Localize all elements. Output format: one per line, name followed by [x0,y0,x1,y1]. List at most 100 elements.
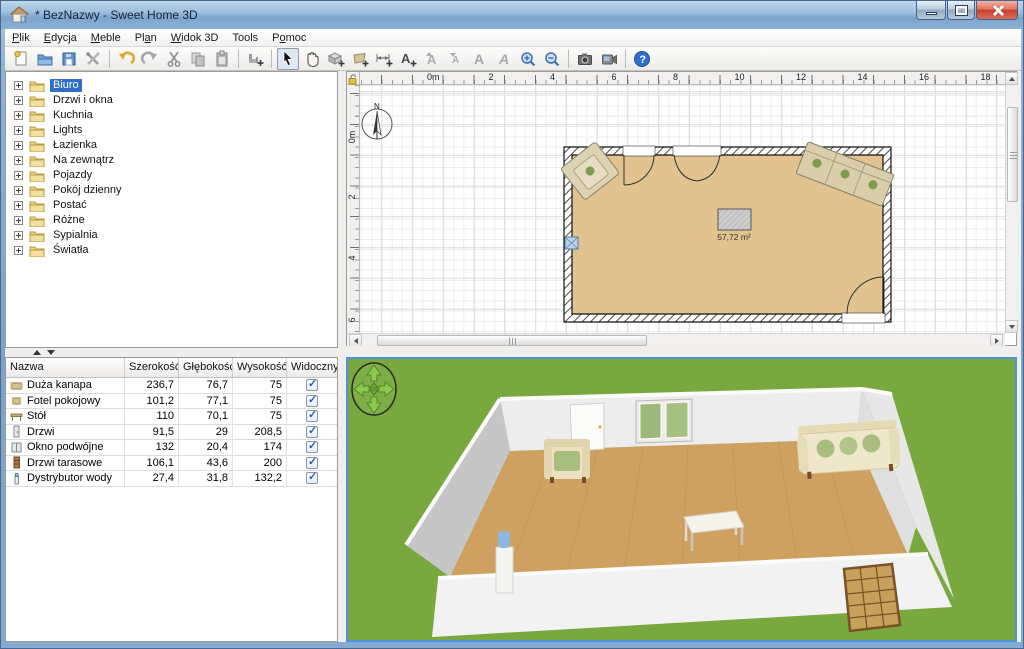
view-3d[interactable] [346,357,1017,642]
plan-table[interactable] [718,209,751,230]
plan-3d-splitter[interactable] [346,346,1017,357]
menu-item[interactable]: Widok 3D [164,30,226,46]
menu-item[interactable]: Tools [225,30,265,46]
plan-water-dispenser[interactable] [565,237,578,249]
bold-button[interactable]: A [469,48,491,70]
column-header-visible[interactable]: Widoczny [287,358,337,377]
open-button[interactable] [34,48,56,70]
minimize-button[interactable] [916,1,946,20]
visible-checkbox[interactable] [306,441,318,453]
furniture-row[interactable]: Stół 110 70,1 75 [6,409,337,425]
expand-toggle-icon[interactable] [14,156,23,165]
zoom-out-button[interactable] [541,48,563,70]
expand-toggle-icon[interactable] [14,141,23,150]
column-header-depth[interactable]: Głębokość [179,358,233,377]
catalog-category[interactable]: Łazienka [6,138,337,153]
furniture-row[interactable]: Okno podwójne 132 20,4 174 [6,440,337,456]
furniture-row[interactable]: Duża kanapa 236,7 76,7 75 [6,378,337,394]
menu-item[interactable]: Edycja [37,30,84,46]
pan-button[interactable] [301,48,323,70]
column-header-name[interactable]: Nazwa [6,358,125,377]
visible-checkbox[interactable] [306,426,318,438]
catalog-category[interactable]: Kuchnia [6,108,337,123]
help-button[interactable]: ? [631,48,653,70]
catalog-category[interactable]: Światła [6,243,337,258]
expand-toggle-icon[interactable] [14,111,23,120]
splitter-collapse-up-icon[interactable] [33,350,41,355]
menu-item[interactable]: Pomoc [265,30,313,46]
zoom-in-button[interactable] [517,48,539,70]
undo-button[interactable] [115,48,137,70]
furniture-catalog-tree[interactable]: Biuro Drzwi i okna Kuchnia [5,71,338,348]
add-texts-button[interactable]: A [397,48,419,70]
catalog-category[interactable]: Pojazdy [6,168,337,183]
catalog-furniture-splitter[interactable] [5,348,338,357]
catalog-category[interactable]: Lights [6,123,337,138]
visible-checkbox[interactable] [306,410,318,422]
expand-toggle-icon[interactable] [14,171,23,180]
create-photo-button[interactable] [574,48,596,70]
scroll-thumb[interactable] [377,335,647,346]
plan-canvas[interactable]: N [360,85,1005,333]
catalog-category[interactable]: Pokój dzienny [6,183,337,198]
menu-item[interactable]: Plan [128,30,164,46]
create-walls-button[interactable] [325,48,347,70]
scroll-up-button[interactable] [1005,72,1018,85]
catalog-category[interactable]: Biuro [6,78,337,93]
save-button[interactable] [58,48,80,70]
paste-button[interactable] [211,48,233,70]
expand-toggle-icon[interactable] [14,201,23,210]
scroll-down-button[interactable] [1005,320,1018,333]
furniture-row[interactable]: Dystrybutor wody 27,4 31,8 132,2 [6,471,337,487]
catalog-category[interactable]: Różne [6,213,337,228]
titlebar[interactable]: * BezNazwy - Sweet Home 3D [1,1,1024,29]
create-rooms-button[interactable] [349,48,371,70]
expand-toggle-icon[interactable] [14,186,23,195]
expand-toggle-icon[interactable] [14,126,23,135]
furniture-row[interactable]: Fotel pokojowy 101,2 77,1 75 [6,394,337,410]
cut-button[interactable] [163,48,185,70]
create-video-button[interactable] [598,48,620,70]
copy-button[interactable] [187,48,209,70]
navigation-control[interactable] [352,363,396,415]
unlock-icon[interactable] [347,73,359,85]
visible-checkbox[interactable] [306,379,318,391]
scroll-thumb[interactable] [1007,107,1018,202]
new-home-button[interactable] [10,48,32,70]
plan-room[interactable]: 57,72 m² [560,142,894,323]
create-dimensions-button[interactable] [373,48,395,70]
catalog-category[interactable]: Sypialnia [6,228,337,243]
view-3d-canvas[interactable] [348,359,1015,640]
catalog-category[interactable]: Postać [6,198,337,213]
increase-text-size-button[interactable]: A [421,48,443,70]
furniture-row[interactable]: Drzwi 91,5 29 208,5 [6,425,337,441]
column-header-width[interactable]: Szerokość [125,358,179,377]
plan-horizontal-scrollbar[interactable] [347,333,1005,347]
catalog-category[interactable]: Na zewnątrz [6,153,337,168]
decrease-text-size-button[interactable]: A [445,48,467,70]
close-button[interactable] [976,1,1018,20]
select-button[interactable] [277,48,299,70]
column-header-height[interactable]: Wysokość [233,358,287,377]
compass-rose[interactable]: N [362,102,392,139]
furniture-row[interactable]: Drzwi tarasowe 106,1 43,6 200 [6,456,337,472]
maximize-button[interactable] [947,1,975,20]
redo-button[interactable] [139,48,161,70]
expand-toggle-icon[interactable] [14,231,23,240]
plan-vertical-scrollbar[interactable] [1005,72,1018,333]
menu-item[interactable]: Plik [5,30,37,46]
preferences-button[interactable] [82,48,104,70]
menu-item[interactable]: Meble [84,30,128,46]
expand-toggle-icon[interactable] [14,96,23,105]
expand-toggle-icon[interactable] [14,246,23,255]
expand-toggle-icon[interactable] [14,81,23,90]
panel-vertical-splitter[interactable] [338,71,346,642]
visible-checkbox[interactable] [306,457,318,469]
visible-checkbox[interactable] [306,472,318,484]
expand-toggle-icon[interactable] [14,216,23,225]
add-furniture-button[interactable] [244,48,266,70]
visible-checkbox[interactable] [306,395,318,407]
catalog-category[interactable]: Drzwi i okna [6,93,337,108]
splitter-collapse-down-icon[interactable] [47,350,55,355]
italic-button[interactable]: A [493,48,515,70]
